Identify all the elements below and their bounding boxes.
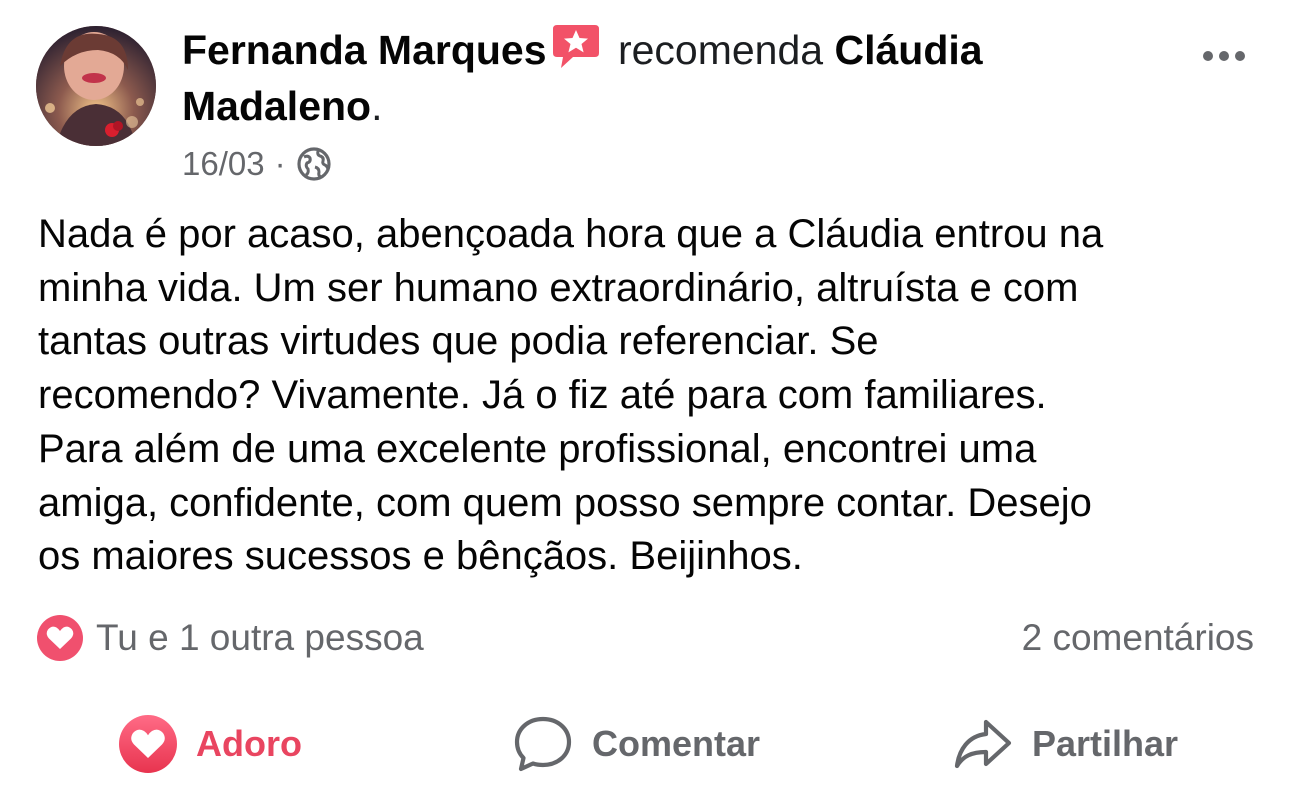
post-meta: 16/03 · — [182, 142, 332, 186]
recommended-name-last[interactable]: Madaleno — [182, 83, 371, 129]
recommend-star-icon — [551, 22, 601, 70]
love-button[interactable]: Adoro — [118, 708, 302, 780]
post-line: tantas outras virtudes que podia referen… — [38, 319, 879, 364]
header-period: . — [371, 83, 383, 129]
comments-count[interactable]: 2 comentários — [1022, 617, 1254, 659]
more-options-button[interactable] — [1196, 36, 1252, 76]
globe-icon — [296, 146, 332, 182]
reactions-summary[interactable]: Tu e 1 outra pessoa — [36, 614, 424, 662]
meta-separator: · — [274, 145, 286, 182]
engagement-summary: Tu e 1 outra pessoa 2 comentários — [36, 612, 1254, 664]
post-date[interactable]: 16/03 — [182, 142, 265, 186]
comment-button[interactable]: Comentar — [512, 708, 760, 780]
avatar-image — [36, 26, 156, 146]
post-header: Fernanda Marques recomenda Cláudia Madal… — [182, 22, 1132, 134]
share-button[interactable]: Partilhar — [952, 708, 1178, 780]
author-name[interactable]: Fernanda Marques — [182, 27, 547, 73]
share-label: Partilhar — [1032, 723, 1179, 764]
post-line: Para além de uma excelente profissional,… — [38, 426, 1037, 471]
post-line: minha vida. Um ser humano extraordinário… — [38, 265, 1079, 310]
post-line: amiga, confidente, com quem posso sempre… — [38, 480, 1092, 525]
post-line: recomendo? Vivamente. Já o fiz até para … — [38, 373, 1047, 418]
reactions-text: Tu e 1 outra pessoa — [96, 617, 424, 658]
post-line: Nada é por acaso, abençoada hora que a C… — [38, 212, 1104, 256]
action-bar: Adoro Comentar Partilhar — [0, 708, 1290, 780]
post-body: Nada é por acaso, abençoada hora que a C… — [38, 208, 1268, 584]
heart-icon — [119, 715, 177, 773]
author-avatar[interactable] — [36, 26, 156, 146]
more-horizontal-icon — [1235, 51, 1245, 61]
recommended-name-first[interactable]: Cláudia — [834, 27, 982, 73]
comment-label: Comentar — [592, 723, 761, 764]
love-label: Adoro — [196, 723, 302, 764]
recommendation-post: Fernanda Marques recomenda Cláudia Madal… — [0, 0, 1290, 796]
heart-icon — [37, 615, 83, 661]
share-arrow-icon — [954, 719, 1012, 769]
comment-bubble-icon — [514, 716, 572, 772]
post-line: os maiores sucessos e bênçãos. Beijinhos… — [38, 534, 803, 579]
more-horizontal-icon — [1203, 51, 1213, 61]
more-horizontal-icon — [1219, 51, 1229, 61]
recommend-verb: recomenda — [617, 27, 824, 73]
